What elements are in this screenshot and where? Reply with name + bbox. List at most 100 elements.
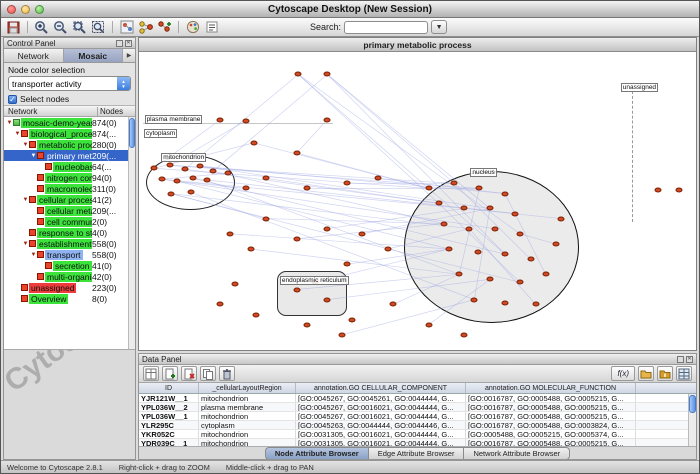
network-node[interactable] (349, 317, 356, 322)
close-panel-icon[interactable]: ✕ (686, 356, 693, 363)
nodes-column-header[interactable]: Nodes (97, 107, 135, 116)
trash-icon[interactable] (219, 366, 235, 381)
network-node[interactable] (425, 186, 432, 191)
network-node[interactable] (203, 178, 210, 183)
zoom-in-icon[interactable] (33, 19, 50, 35)
table-row[interactable]: YLR295Ccytoplasm[GO:0045263, GO:0044444,… (139, 421, 696, 430)
title-bar[interactable]: Cytoscape Desktop (New Session) (1, 1, 699, 18)
node-color-dropdown[interactable]: transporter activity ▲▼ (8, 76, 131, 91)
network-node[interactable] (339, 332, 346, 337)
create-attribute-icon[interactable] (162, 366, 178, 381)
network-node[interactable] (389, 302, 396, 307)
tab-edge-attribute-browser[interactable]: Edge Attribute Browser (369, 447, 465, 460)
network-node[interactable] (501, 191, 508, 196)
tree-row-response-to-stimu[interactable]: response to stimu...4(0) (4, 227, 128, 238)
network-node[interactable] (247, 246, 254, 251)
close-window-icon[interactable] (7, 5, 16, 14)
network-column-header[interactable]: Network (8, 107, 97, 116)
export-attributes-icon[interactable] (657, 366, 673, 381)
network-node[interactable] (511, 211, 518, 216)
network-node[interactable] (425, 322, 432, 327)
network-node[interactable] (190, 176, 197, 181)
tab-scroll-right-icon[interactable]: ▶ (123, 49, 135, 62)
network-view-title[interactable]: primary metabolic process (139, 38, 696, 52)
network-node[interactable] (466, 226, 473, 231)
tree-row-overview[interactable]: Overview8(0) (4, 293, 128, 304)
minimize-window-icon[interactable] (21, 5, 30, 14)
tree-row-macromolecule[interactable]: macromolecule...311(0) (4, 183, 128, 194)
network-node[interactable] (486, 206, 493, 211)
network-node[interactable] (486, 277, 493, 282)
network-node[interactable] (676, 188, 683, 193)
network-node[interactable] (435, 201, 442, 206)
network-node[interactable] (196, 164, 203, 169)
network-node[interactable] (491, 226, 498, 231)
table-scrollbar[interactable] (688, 394, 696, 446)
network-node[interactable] (242, 186, 249, 191)
tree-row-biological-process[interactable]: ▼biological_process874(... (4, 128, 128, 139)
tree-row-cellular-process[interactable]: ▼cellular process41(2) (4, 194, 128, 205)
network-node[interactable] (552, 241, 559, 246)
table-row[interactable]: YKR052Cmitochondrion[GO:0031305, GO:0016… (139, 430, 696, 439)
network-node[interactable] (262, 176, 269, 181)
formula-builder-button[interactable]: f(x) (611, 366, 635, 381)
select-nodes-checkbox[interactable]: ✓ (8, 95, 17, 104)
tree-row-nitrogen-compo[interactable]: nitrogen compo...94(0) (4, 172, 128, 183)
network-node[interactable] (532, 302, 539, 307)
network-node[interactable] (224, 171, 231, 176)
tree-scrollbar[interactable] (128, 117, 135, 349)
tree-row-metabolic-process[interactable]: ▼metabolic process280(0) (4, 139, 128, 150)
float-panel-icon[interactable] (116, 40, 123, 47)
save-session-icon[interactable] (5, 19, 22, 35)
network-node[interactable] (344, 181, 351, 186)
import-attributes-icon[interactable] (638, 366, 654, 381)
tree-scrollbar-thumb[interactable] (129, 118, 135, 148)
zoom-selected-icon[interactable] (71, 19, 88, 35)
table-row[interactable]: YPL036W__1mitochondrion[GO:0045267, GO:0… (139, 412, 696, 421)
network-node[interactable] (476, 186, 483, 191)
tree-row-transport[interactable]: ▼transport558(0) (4, 249, 128, 260)
network-node[interactable] (217, 117, 224, 122)
network-node[interactable] (344, 262, 351, 267)
tab-network[interactable]: Network (4, 49, 64, 62)
collapse-arrow-icon[interactable]: ▼ (22, 197, 29, 203)
collapse-arrow-icon[interactable]: ▼ (22, 241, 29, 247)
network-node[interactable] (159, 177, 166, 182)
delete-attribute-icon[interactable] (181, 366, 197, 381)
column-header-annotation-go-cellular-component[interactable]: annotation.GO CELLULAR_COMPONENT (296, 383, 466, 393)
show-graphics-details-icon[interactable] (118, 19, 135, 35)
tree-row-unassigned[interactable]: unassigned223(0) (4, 282, 128, 293)
network-node[interactable] (501, 300, 508, 305)
tree-row-mosaic-demo-yeast[interactable]: ▼mosaic-demo-yeast874(0) (4, 117, 128, 128)
network-node[interactable] (293, 151, 300, 156)
network-node[interactable] (303, 186, 310, 191)
tree-row-cell-communica[interactable]: cell communica...2(0) (4, 216, 128, 227)
network-node[interactable] (250, 140, 257, 145)
column-header-id[interactable]: ID (139, 383, 199, 393)
tab-node-attribute-browser[interactable]: Node Attribute Browser (265, 447, 369, 460)
tree-row-primary-metab[interactable]: ▼primary metab...209(... (4, 150, 128, 161)
network-node[interactable] (516, 231, 523, 236)
network-node[interactable] (557, 216, 564, 221)
network-node[interactable] (262, 216, 269, 221)
network-node[interactable] (461, 332, 468, 337)
network-canvas[interactable]: plasma membrane cytoplasm mitochondrion … (139, 52, 696, 350)
network-node[interactable] (324, 117, 331, 122)
table-row[interactable]: YPL036W__2plasma membrane[GO:0045267, GO… (139, 403, 696, 412)
column-header-annotation-go-molecular-function[interactable]: annotation.GO MOLECULAR_FUNCTION (466, 383, 636, 393)
network-node[interactable] (542, 272, 549, 277)
network-node[interactable] (324, 72, 331, 77)
network-node[interactable] (303, 322, 310, 327)
network-node[interactable] (181, 167, 188, 172)
collapse-arrow-icon[interactable]: ▼ (30, 153, 37, 159)
zoom-window-icon[interactable] (35, 5, 44, 14)
collapse-arrow-icon[interactable]: ▼ (6, 120, 13, 126)
network-node[interactable] (446, 246, 453, 251)
network-node[interactable] (359, 231, 366, 236)
network-node[interactable] (166, 163, 173, 168)
network-node[interactable] (451, 181, 458, 186)
network-node[interactable] (293, 236, 300, 241)
network-node[interactable] (167, 191, 174, 196)
network-node[interactable] (456, 272, 463, 277)
network-node[interactable] (227, 231, 234, 236)
